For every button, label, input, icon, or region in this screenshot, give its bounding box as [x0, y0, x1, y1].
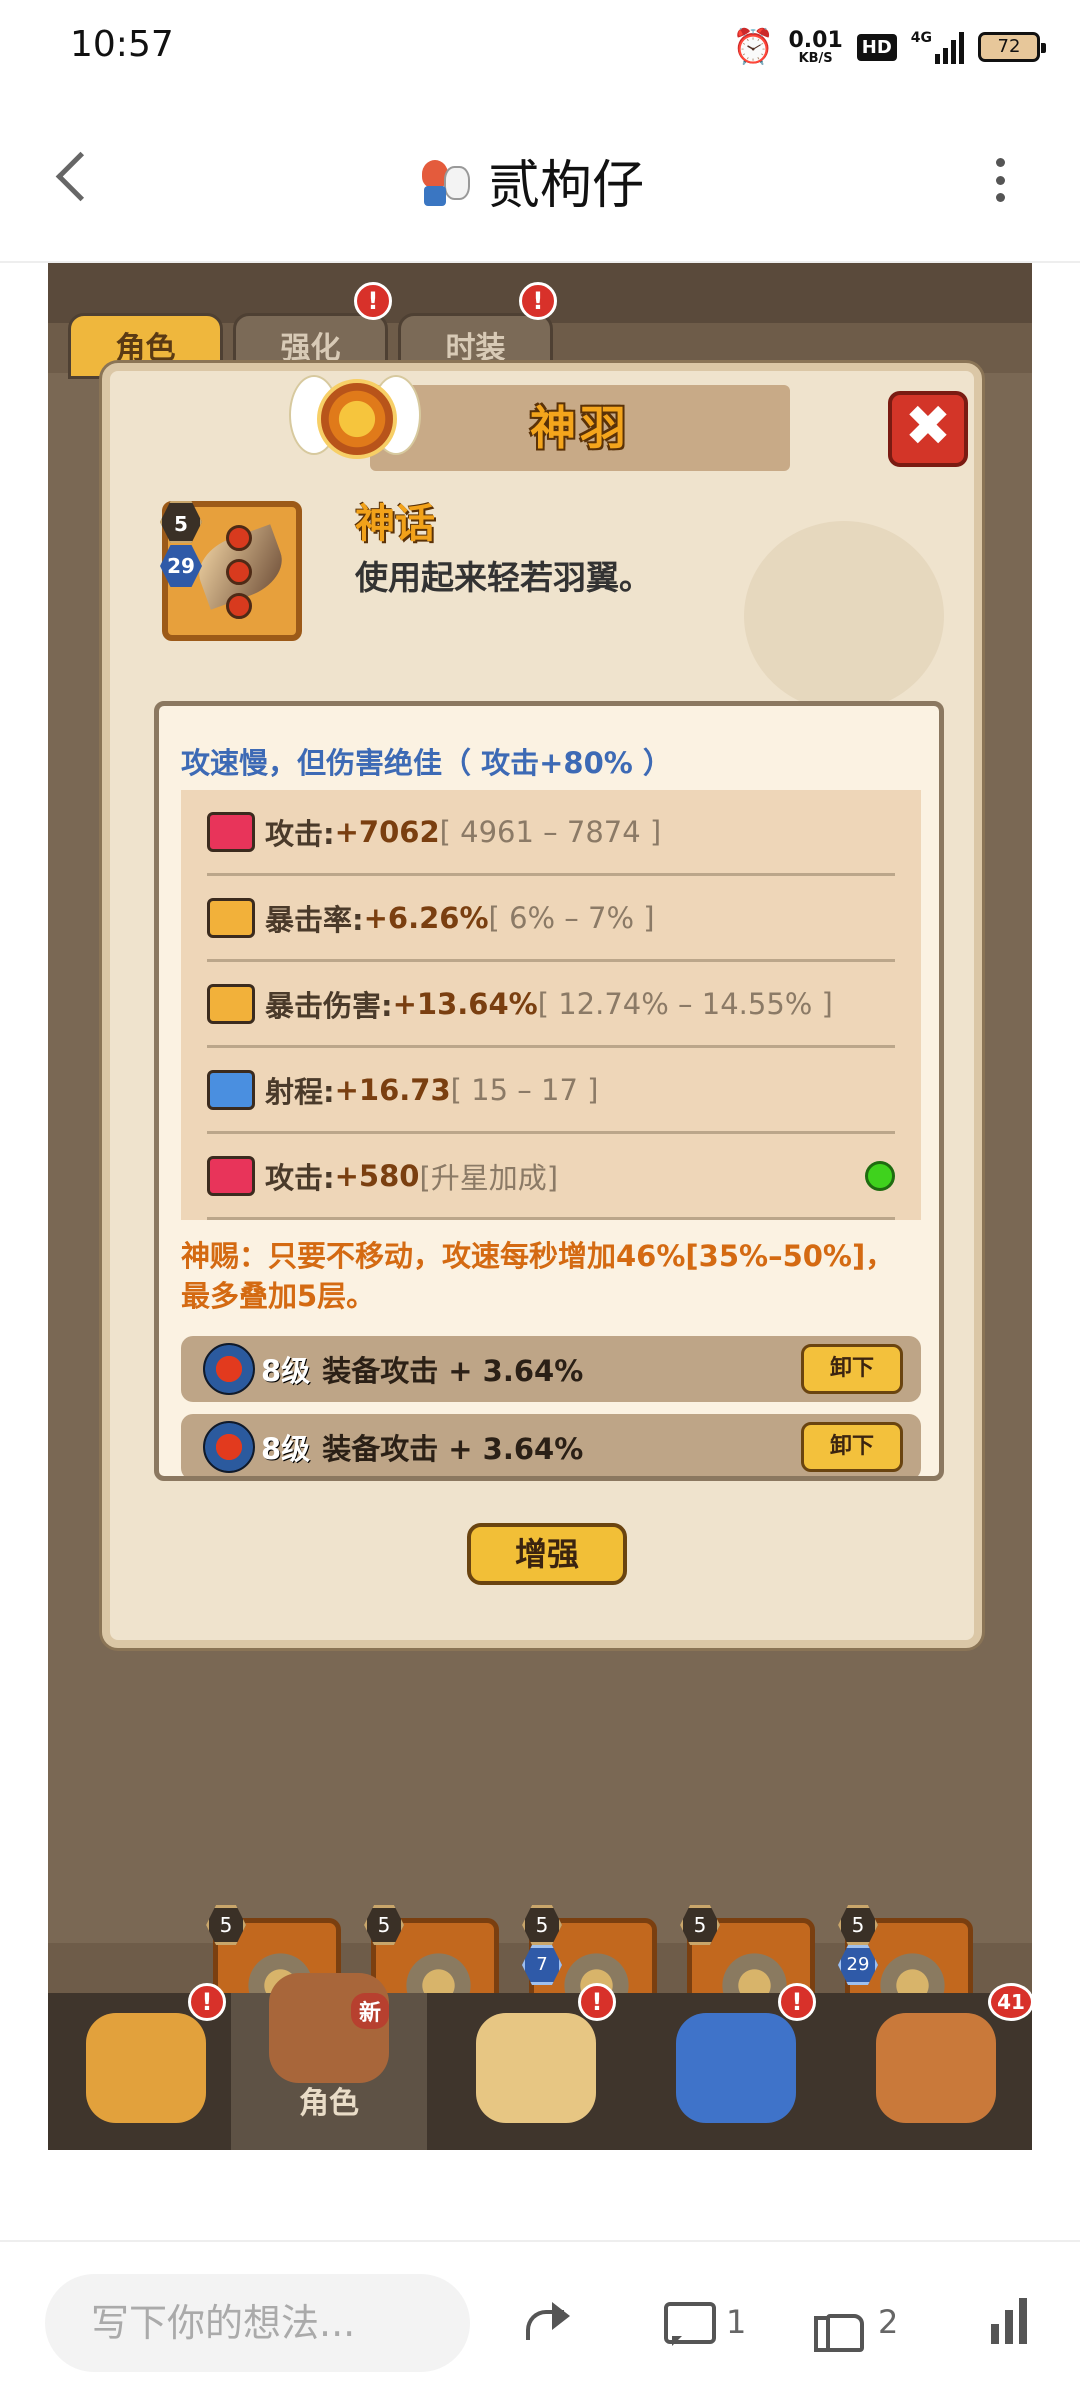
- share-button[interactable]: [520, 2292, 572, 2352]
- item-star-badge: 29: [160, 545, 202, 587]
- gem-icon: [203, 1343, 255, 1395]
- like-count: 2: [878, 2303, 899, 2341]
- alert-badge: !: [778, 1983, 816, 2021]
- range-icon: [207, 1069, 255, 1110]
- map-icon: [476, 2013, 596, 2123]
- stats-icon: [985, 2296, 1037, 2348]
- thumbs-up-icon: [812, 2296, 864, 2352]
- attribute-summary: 攻速慢，但伤害绝佳（ 攻击+80% ）: [181, 746, 672, 780]
- shop-icon: [86, 2013, 206, 2123]
- gem-icon: [203, 1421, 255, 1473]
- stat-row: 射程: +16.73[ 15 – 17 ]: [207, 1048, 895, 1134]
- nav-character[interactable]: 新 角色: [231, 1973, 427, 2150]
- stat-row: 攻击: +580 [升星加成]: [207, 1134, 895, 1220]
- dialog-title: 神羽: [530, 401, 630, 455]
- enhance-button[interactable]: 增强: [467, 1523, 627, 1585]
- stats-list: 攻击: +7062[ 4961 – 7874 ] 暴击率: +6.26%[ 6%…: [181, 790, 921, 1220]
- comment-icon: [660, 2296, 716, 2348]
- hd-icon: HD: [856, 33, 897, 61]
- pet-icon: [676, 2013, 796, 2123]
- nav-pet[interactable]: !: [638, 1983, 834, 2150]
- nav-bag[interactable]: 41: [838, 1983, 1032, 2150]
- stats-panel: 攻速慢，但伤害绝佳（ 攻击+80% ） 攻击: +7062[ 4961 – 78…: [154, 701, 944, 1481]
- comment-button[interactable]: 1: [660, 2292, 746, 2352]
- avatar[interactable]: [410, 150, 474, 210]
- network-speed: 0.01 KB/S: [788, 27, 843, 66]
- item-detail-dialog: 神羽 ✖ 5 29 神话 使用起来轻若羽翼。 攻速慢，但伤害绝佳（ 攻击+80%…: [102, 363, 982, 1648]
- crit-rate-icon: [207, 897, 255, 938]
- attack-icon: [207, 811, 255, 852]
- blessing-text: 神赐：只要不移动，攻速每秒增加46%[35%–50%]， 最多叠加5层。: [181, 1239, 895, 1313]
- chevron-left-icon[interactable]: [45, 145, 105, 215]
- gem-slot-icon: [226, 559, 252, 585]
- crit-damage-icon: [207, 983, 255, 1024]
- comment-input[interactable]: 写下你的想法...: [45, 2274, 470, 2372]
- signal-icon: 4G: [911, 30, 964, 64]
- status-icons: ⏰ 0.01 KB/S HD 4G 72: [732, 22, 1046, 72]
- active-indicator-icon: [865, 1161, 895, 1191]
- alert-badge: !: [578, 1983, 616, 2021]
- unequip-button[interactable]: 卸下: [801, 1344, 903, 1394]
- alert-badge: !: [354, 282, 392, 320]
- app-header: 贰枸仔: [0, 95, 1080, 263]
- close-button[interactable]: ✖: [888, 391, 968, 467]
- stat-row: 攻击: +7062[ 4961 – 7874 ]: [207, 790, 895, 876]
- bag-icon: [876, 2013, 996, 2123]
- status-bar: 10:57 ⏰ 0.01 KB/S HD 4G 72: [0, 0, 1080, 95]
- gem-slot-icon: [226, 593, 252, 619]
- decorative-background: [744, 521, 944, 711]
- more-vertical-icon[interactable]: [985, 150, 1015, 210]
- alert-badge: !: [188, 1983, 226, 2021]
- gem-row: 8级 装备攻击 + 3.64% 卸下: [181, 1336, 921, 1402]
- status-time: 10:57: [70, 24, 174, 65]
- like-button[interactable]: 2: [812, 2292, 898, 2352]
- stat-row: 暴击伤害: +13.64%[ 12.74% – 14.55% ]: [207, 962, 895, 1048]
- header-title-group: 贰枸仔: [410, 145, 645, 216]
- game-bottom-nav: ! 新 角色 ! ! 41: [48, 1973, 1032, 2150]
- stat-row: 暴击率: +6.26%[ 6% – 7% ]: [207, 876, 895, 962]
- item-description: 使用起来轻若羽翼。: [355, 558, 652, 597]
- page-title: 贰枸仔: [488, 155, 645, 216]
- unequip-button[interactable]: 卸下: [801, 1422, 903, 1472]
- battery-icon: 72: [978, 32, 1046, 62]
- gem-row: 8级 装备攻击 + 3.64% 卸下: [181, 1414, 921, 1476]
- attack-icon: [207, 1155, 255, 1196]
- nav-label: 角色: [299, 2086, 359, 2121]
- new-badge: 新: [351, 1993, 390, 2029]
- comment-bar: 写下你的想法... 1 2: [0, 2240, 1080, 2400]
- comment-count: 1: [726, 2303, 747, 2341]
- share-icon: [520, 2296, 572, 2348]
- item-level-badge: 5: [160, 501, 202, 543]
- item-rarity: 神话: [355, 501, 435, 547]
- stats-button[interactable]: [985, 2292, 1037, 2352]
- gem-slot-icon: [226, 525, 252, 551]
- nav-shop[interactable]: !: [48, 1983, 244, 2150]
- item-icon: 5 29: [160, 501, 302, 641]
- bag-count-badge: 41: [988, 1983, 1032, 2021]
- nav-map[interactable]: !: [438, 1983, 634, 2150]
- alarm-icon: ⏰: [732, 27, 775, 67]
- medal-icon: [289, 361, 421, 481]
- alert-badge: !: [519, 282, 557, 320]
